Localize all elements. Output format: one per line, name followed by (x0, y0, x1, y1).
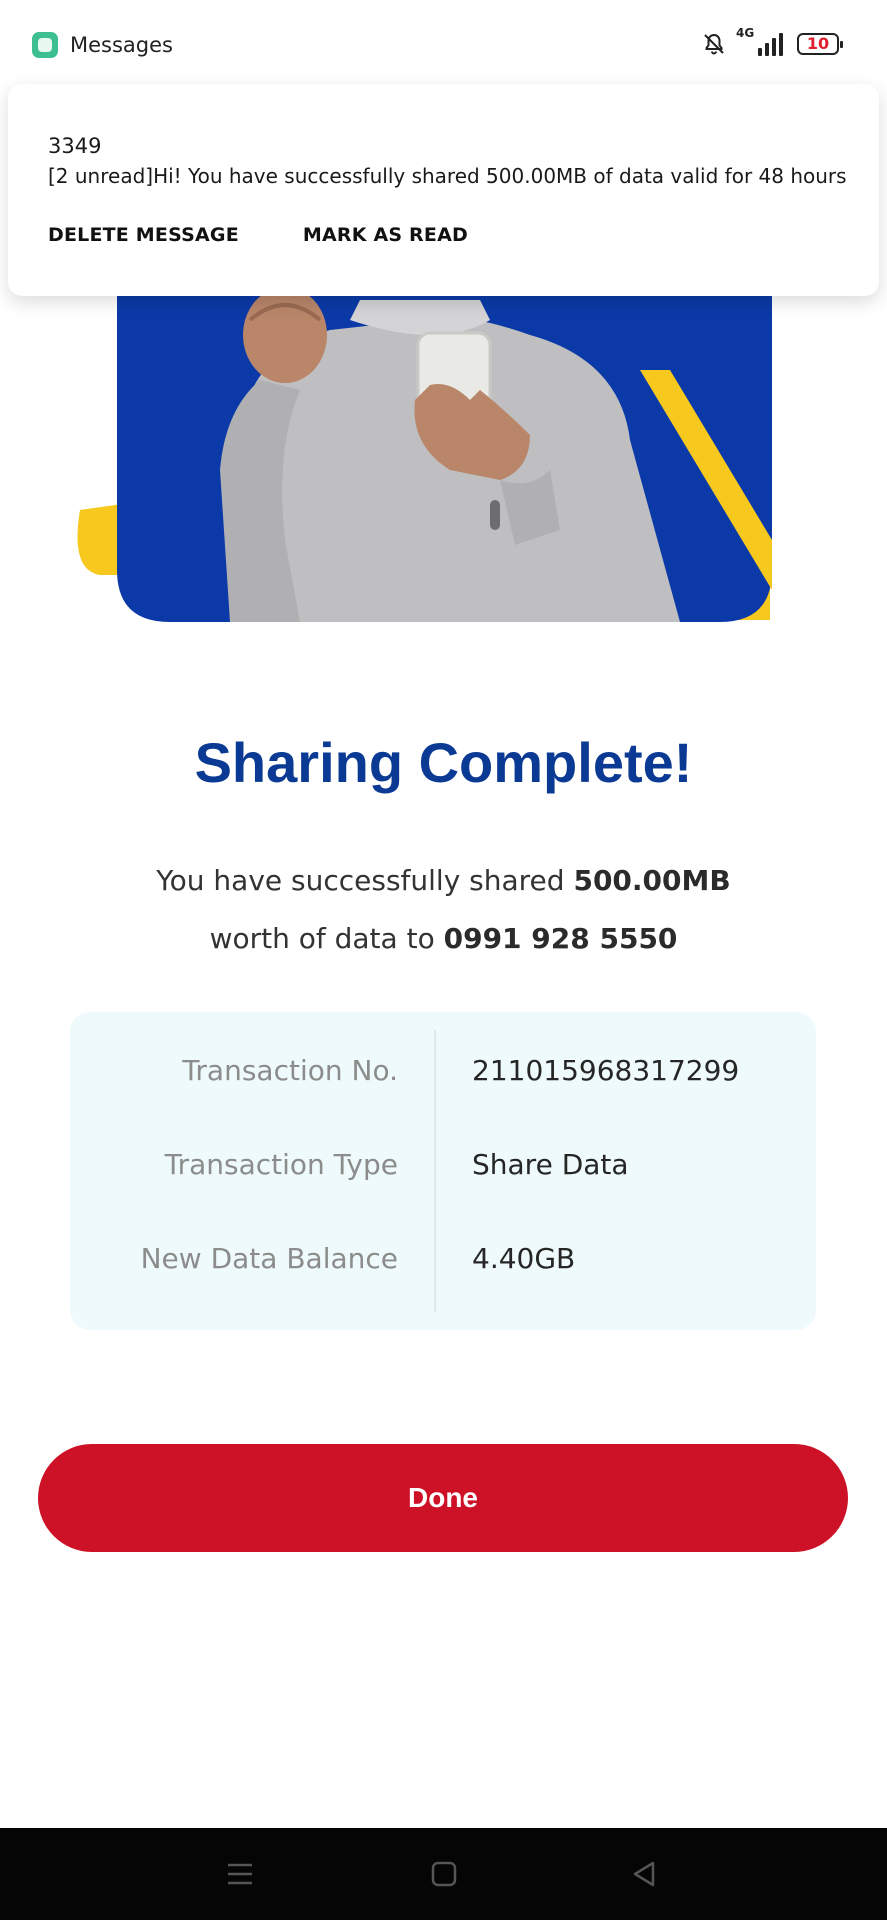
status-indicators: 4G 10 (702, 26, 843, 56)
bell-muted-icon (704, 33, 724, 55)
notification-body: [2 unread]Hi! You have successfully shar… (48, 164, 848, 188)
mark-as-read-button[interactable]: MARK AS READ (303, 224, 468, 246)
navigation-bar (0, 1828, 887, 1920)
subtitle-prefix: You have successfully shared (156, 864, 565, 897)
battery-level: 10 (806, 34, 830, 53)
network-type: 4G (736, 26, 755, 40)
transaction-type-value: Share Data (472, 1148, 629, 1181)
detail-row: Transaction Type Share Data (70, 1148, 816, 1188)
home-icon[interactable] (424, 1854, 464, 1894)
recipient-number: 0991 928 5550 (443, 922, 678, 955)
delete-message-button[interactable]: DELETE MESSAGE (48, 224, 239, 246)
shared-amount: 500.00MB (573, 864, 731, 897)
data-balance-label: New Data Balance (140, 1242, 398, 1275)
back-icon[interactable] (624, 1854, 664, 1894)
notification-sender: 3349 (48, 134, 102, 158)
detail-row: Transaction No. 211015968317299 (70, 1054, 816, 1094)
confirmation-line-1: You have successfully shared 500.00MB (0, 852, 887, 910)
notification-actions: DELETE MESSAGE MARK AS READ (48, 224, 468, 246)
page-title: Sharing Complete! (194, 731, 693, 794)
confirmation-line-2: worth of data to 0991 928 5550 (0, 910, 887, 968)
battery-icon: 10 (797, 33, 843, 55)
hero-illustration (77, 240, 772, 622)
confirmation-message: You have successfully shared 500.00MB wo… (0, 852, 887, 968)
detail-row: New Data Balance 4.40GB (70, 1242, 816, 1282)
subtitle-middle: worth of data to (209, 922, 435, 955)
status-app: Messages (32, 32, 173, 58)
message-notification[interactable]: 3349 [2 unread]Hi! You have successfully… (8, 84, 879, 296)
transaction-type-label: Transaction Type (164, 1148, 398, 1181)
signal-icon: 4G (736, 26, 783, 56)
messages-app-icon (32, 32, 58, 58)
data-balance-value: 4.40GB (472, 1242, 576, 1275)
menu-icon[interactable] (220, 1854, 260, 1894)
done-button[interactable]: Done (38, 1444, 848, 1552)
hero-image (60, 240, 780, 640)
transaction-no-label: Transaction No. (182, 1054, 398, 1087)
status-bar: Messages 4G 10 (0, 0, 887, 84)
status-app-name: Messages (70, 33, 173, 57)
transaction-details: Transaction No. 211015968317299 Transact… (70, 1012, 816, 1330)
screen: Messages 4G 10 3349 [2 unread]Hi! You ha… (0, 0, 887, 1920)
transaction-no-value: 211015968317299 (472, 1054, 740, 1087)
